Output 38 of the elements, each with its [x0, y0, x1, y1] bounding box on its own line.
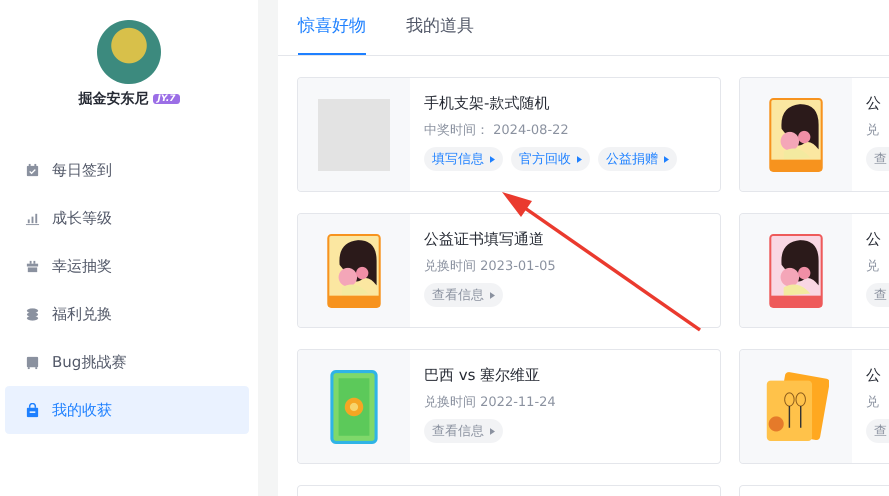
prize-title: 公益证书填写通道 [424, 230, 545, 249]
prize-title: 公 [866, 366, 882, 385]
caret-icon [664, 156, 669, 162]
sidebar-item[interactable]: 成长等级 [5, 194, 249, 242]
prize-date: 兑换时间 2022-11-24 [424, 394, 556, 411]
view-info-button[interactable]: 查看信息 [424, 419, 503, 443]
tab[interactable]: 惊喜好物 [298, 0, 366, 55]
prize-date: 兑换时间 2023-01-05 [424, 258, 556, 275]
prize-title: 公 [866, 94, 882, 113]
coins-icon [25, 306, 40, 322]
tab[interactable]: 我的道具 [406, 0, 474, 55]
prize-date: 兑 [866, 122, 880, 139]
gift-icon [25, 258, 40, 274]
view-info-button[interactable]: 查 [866, 147, 889, 171]
prize-title: 手机支架-款式随机 [424, 94, 550, 113]
level-badge: JY.7 [153, 94, 180, 104]
sidebar-item[interactable]: 我的收获 [5, 386, 249, 434]
sidebar-item[interactable]: Bug挑战赛 [5, 338, 249, 386]
action-button[interactable]: 填写信息 [424, 147, 503, 171]
sidebar-item[interactable]: 福利兑换 [5, 290, 249, 338]
caret-icon [490, 156, 495, 162]
sidebar-item[interactable]: 每日签到 [5, 146, 249, 194]
prize-date: 中奖时间： 2024-08-22 [424, 122, 570, 139]
prize-title: 巴西 vs 塞尔维亚 [424, 366, 542, 385]
view-info-button[interactable]: 查 [866, 283, 889, 307]
prize-date: 兑 [866, 394, 880, 411]
view-info-button[interactable]: 查看信息 [424, 283, 503, 307]
caret-icon [577, 156, 582, 162]
caret-icon [490, 428, 495, 434]
action-button[interactable]: 官方回收 [511, 147, 590, 171]
action-button[interactable]: 公益捐赠 [598, 147, 677, 171]
user-name: 掘金安东尼 [78, 90, 148, 108]
view-info-button[interactable]: 查 [866, 419, 889, 443]
prize-title: 公 [866, 230, 882, 249]
prize-date: 兑 [866, 258, 880, 275]
calendar-icon [25, 162, 40, 178]
caret-icon [490, 292, 495, 298]
sidebar-item[interactable]: 幸运抽奖 [5, 242, 249, 290]
